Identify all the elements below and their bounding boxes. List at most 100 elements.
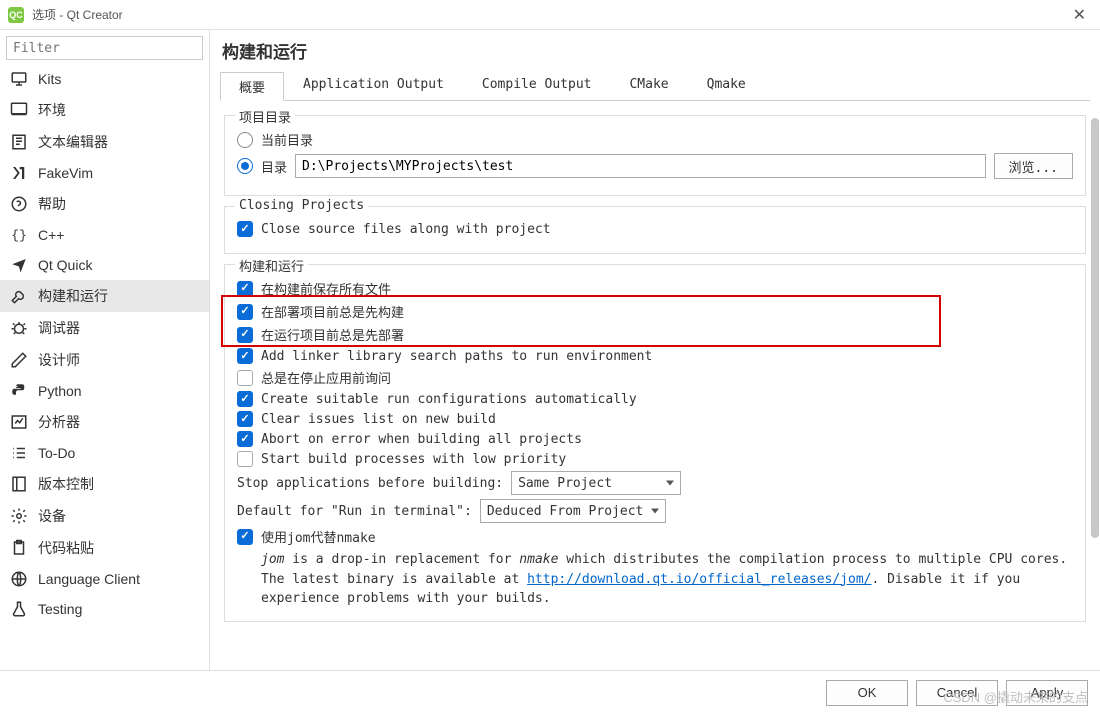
category-list: Kits 环境 文本编辑器 FakeVim 帮助 {} C++ [0,64,209,670]
sidebar-item-text[interactable]: 文本编辑器 [0,126,209,158]
label-ask-stop: 总是在停止应用前询问 [261,368,391,387]
group-title: 构建和运行 [235,256,308,275]
cpp-icon: {} [10,226,28,244]
apply-button[interactable]: Apply [1006,680,1088,706]
check-build-before-deploy[interactable] [237,304,253,320]
sidebar-item-debug[interactable]: 调试器 [0,312,209,344]
label-use-jom: 使用jom代替nmake [261,527,376,546]
sidebar-item-label: 构建和运行 [38,286,108,306]
check-create-run-cfg[interactable] [237,391,253,407]
check-ask-stop[interactable] [237,370,253,386]
tab-app-output[interactable]: Application Output [284,72,463,101]
sidebar-item-qtquick[interactable]: Qt Quick [0,250,209,280]
sidebar-item-vcs[interactable]: 版本控制 [0,468,209,500]
check-abort-error[interactable] [237,431,253,447]
sidebar-item-label: Kits [38,71,61,87]
sidebar-item-paste[interactable]: 代码粘贴 [0,532,209,564]
tab-qmake[interactable]: Qmake [688,72,765,101]
sidebar-item-lang[interactable]: Language Client [0,564,209,594]
sidebar-item-fakevim[interactable]: FakeVim [0,158,209,188]
label-current-dir: 当前目录 [261,130,313,149]
close-icon[interactable]: ✕ [1067,5,1092,25]
sidebar-item-python[interactable]: Python [0,376,209,406]
sidebar-item-env[interactable]: 环境 [0,94,209,126]
group-title: 项目目录 [235,107,295,126]
group-closing: Closing Projects Close source files alon… [224,206,1086,254]
content-area: 项目目录 当前目录 目录 浏览... Closing Projects Clos… [220,101,1090,670]
python-icon [10,382,28,400]
label-build-before-deploy: 在部署项目前总是先构建 [261,302,404,321]
help-icon [10,195,28,213]
sidebar-item-build[interactable]: 构建和运行 [0,280,209,312]
gear-icon [10,507,28,525]
radio-current-dir[interactable] [237,132,253,148]
tabs: 概要 Application Output Compile Output CMa… [220,71,1090,101]
check-clear-issues[interactable] [237,411,253,427]
label-dir: 目录 [261,157,287,176]
sidebar-item-label: FakeVim [38,165,93,181]
input-project-dir[interactable] [295,154,986,178]
sidebar-item-cpp[interactable]: {} C++ [0,220,209,250]
fakevim-icon [10,164,28,182]
label-deploy-before-run: 在运行项目前总是先部署 [261,325,404,344]
scrollbar-thumb[interactable] [1091,118,1099,538]
group-title: Closing Projects [235,198,368,213]
sidebar-item-analyzer[interactable]: 分析器 [0,406,209,438]
sidebar-item-label: 分析器 [38,412,80,432]
page-title: 构建和运行 [220,34,1090,71]
flask-icon [10,600,28,618]
select-terminal[interactable]: Deduced From Project [480,499,667,523]
sidebar-item-kits[interactable]: Kits [0,64,209,94]
label-abort-error: Abort on error when building all project… [261,432,582,447]
sidebar-item-label: 环境 [38,100,66,120]
filter-wrap [6,36,203,60]
browse-button[interactable]: 浏览... [994,153,1073,179]
app-icon: QC [8,7,24,23]
scrollbar[interactable] [1090,118,1100,670]
nmake-italic: nmake [519,552,558,567]
sidebar-item-testing[interactable]: Testing [0,594,209,624]
label-stop-apps: Stop applications before building: [237,476,503,491]
titlebar: QC 选项 - Qt Creator ✕ [0,0,1100,30]
text-editor-icon [10,133,28,151]
select-stop-apps[interactable]: Same Project [511,471,681,495]
label-low-priority: Start build processes with low priority [261,452,566,467]
jom-link[interactable]: http://download.qt.io/official_releases/… [527,572,871,587]
label-save-all: 在构建前保存所有文件 [261,279,391,298]
check-deploy-before-run[interactable] [237,327,253,343]
qtquick-icon [10,256,28,274]
dialog-footer: OK Cancel Apply [0,670,1100,714]
check-use-jom[interactable] [237,529,253,545]
sidebar-item-label: 版本控制 [38,474,94,494]
monitor-icon [10,101,28,119]
sidebar: Kits 环境 文本编辑器 FakeVim 帮助 {} C++ [0,30,210,670]
group-project-dir: 项目目录 当前目录 目录 浏览... [224,115,1086,196]
tab-general[interactable]: 概要 [220,72,284,101]
radio-dir[interactable] [237,158,253,174]
check-add-linker[interactable] [237,348,253,364]
filter-input[interactable] [6,36,203,60]
tab-cmake[interactable]: CMake [610,72,687,101]
check-save-all[interactable] [237,281,253,297]
sidebar-item-label: Qt Quick [38,257,92,273]
ok-button[interactable]: OK [826,680,908,706]
sidebar-item-label: C++ [38,227,64,243]
sidebar-item-todo[interactable]: To-Do [0,438,209,468]
check-low-priority[interactable] [237,451,253,467]
jom-italic: jom [261,552,284,567]
sidebar-item-help[interactable]: 帮助 [0,188,209,220]
sidebar-item-label: 调试器 [38,318,80,338]
kits-icon [10,70,28,88]
sidebar-item-label: 设备 [38,506,66,526]
sidebar-item-label: 帮助 [38,194,66,214]
tab-compile-output[interactable]: Compile Output [463,72,611,101]
sidebar-item-label: 代码粘贴 [38,538,94,558]
sidebar-item-devices[interactable]: 设备 [0,500,209,532]
check-close-source[interactable] [237,221,253,237]
sidebar-item-design[interactable]: 设计师 [0,344,209,376]
pencil-icon [10,351,28,369]
label-terminal: Default for "Run in terminal": [237,504,472,519]
list-icon [10,444,28,462]
bug-icon [10,319,28,337]
cancel-button[interactable]: Cancel [916,680,998,706]
